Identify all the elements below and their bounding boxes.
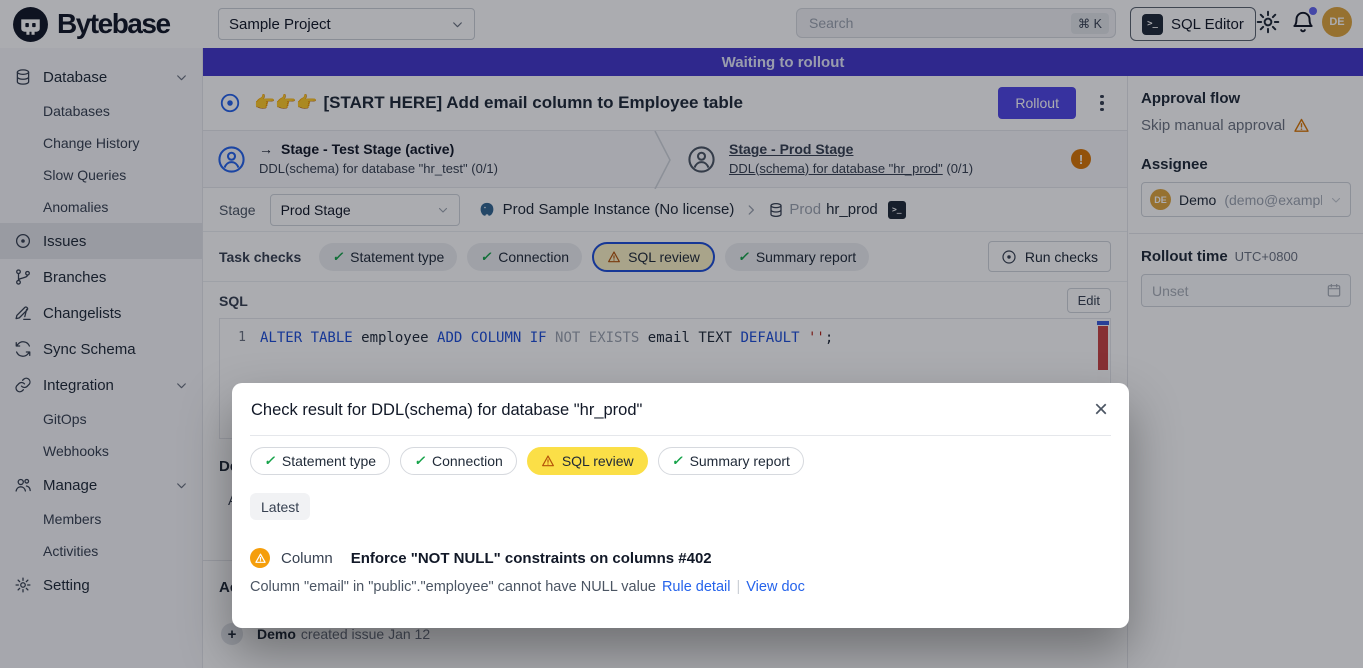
modal-title: Check result for DDL(schema) for databas… bbox=[251, 401, 1092, 420]
latest-badge: Latest bbox=[250, 493, 310, 520]
modal-check-tabs: Statement type Connection SQL review Sum… bbox=[232, 436, 1129, 485]
modal-check-sql-review[interactable]: SQL review bbox=[527, 447, 648, 475]
modal-check-summary-report[interactable]: Summary report bbox=[658, 447, 804, 475]
finding-row: Column Enforce "NOT NULL" constraints on… bbox=[232, 520, 1129, 568]
rule-detail-link[interactable]: Rule detail bbox=[662, 579, 731, 595]
warning-circle-icon bbox=[250, 548, 270, 568]
check-icon bbox=[264, 453, 275, 469]
link-separator: | bbox=[736, 579, 740, 595]
finding-rule-title: Enforce "NOT NULL" constraints on column… bbox=[351, 550, 712, 567]
finding-detail: Column "email" in "public"."employee" ca… bbox=[232, 568, 1129, 595]
check-icon bbox=[414, 453, 425, 469]
bytebase-app-window: Bytebase Sample Project ⌘ K SQL Editor D… bbox=[0, 0, 1363, 668]
view-doc-link[interactable]: View doc bbox=[746, 579, 805, 595]
check-result-modal: Check result for DDL(schema) for databas… bbox=[232, 383, 1129, 628]
warning-triangle-icon bbox=[541, 454, 555, 468]
modal-check-connection[interactable]: Connection bbox=[400, 447, 517, 475]
check-icon bbox=[672, 453, 683, 469]
modal-check-statement-type[interactable]: Statement type bbox=[250, 447, 390, 475]
finding-category: Column bbox=[281, 550, 333, 567]
close-icon[interactable]: × bbox=[1092, 398, 1110, 422]
modal-header: Check result for DDL(schema) for databas… bbox=[232, 383, 1129, 435]
